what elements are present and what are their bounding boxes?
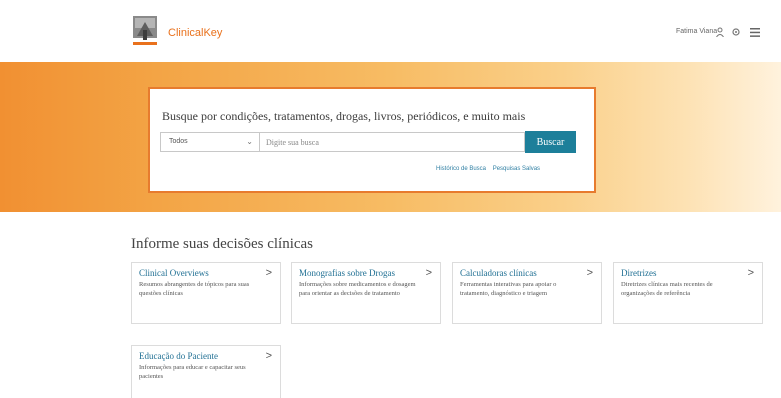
top-bar: ClinicalKey Fatima Viana <box>0 0 781 62</box>
card-clinical-overviews[interactable]: Clinical Overviews Resumos abrangentes d… <box>131 262 281 324</box>
elsevier-logo-icon[interactable] <box>131 14 159 48</box>
card-title: Diretrizes <box>621 268 657 278</box>
card-title: Clinical Overviews <box>139 268 209 278</box>
card-clinical-calculators[interactable]: Calculadoras clínicas Ferramentas intera… <box>452 262 602 324</box>
section-title: Informe suas decisões clínicas <box>131 236 314 252</box>
search-panel: Busque por condições, tratamentos, droga… <box>148 87 596 193</box>
search-scope-value: Todos <box>169 138 188 145</box>
search-links: Histórico de Busca Pesquisas Salvas <box>436 166 545 172</box>
saved-searches-link[interactable]: Pesquisas Salvas <box>493 166 540 172</box>
card-description: Informações para educar e capacitar seus… <box>139 364 246 380</box>
chevron-right-icon: > <box>265 350 272 362</box>
card-description: Resumos abrangentes de tópicos para suas… <box>139 281 250 297</box>
search-button[interactable]: Buscar <box>525 131 576 153</box>
card-patient-education[interactable]: Educação do Paciente Informações para ed… <box>131 345 281 398</box>
menu-icon[interactable] <box>750 28 760 37</box>
user-icon[interactable] <box>716 27 724 37</box>
chevron-right-icon: > <box>586 267 593 279</box>
card-description: Diretrizes clínicas mais recentes de org… <box>621 281 713 297</box>
chevron-right-icon: > <box>425 267 432 279</box>
card-description: Ferramentas interativas para apoiar o tr… <box>460 281 557 297</box>
chevron-down-icon: ⌄ <box>246 137 253 146</box>
search-input[interactable] <box>260 132 525 152</box>
brand-name[interactable]: ClinicalKey <box>168 27 222 39</box>
search-scope-select[interactable]: Todos ⌄ <box>160 132 260 152</box>
card-description: Informações sobre medicamentos e dosagem… <box>299 281 416 297</box>
card-drug-monographs[interactable]: Monografias sobre Drogas Informações sob… <box>291 262 441 324</box>
user-name[interactable]: Fatima Viana <box>676 28 717 35</box>
card-guidelines[interactable]: Diretrizes Diretrizes clínicas mais rece… <box>613 262 763 324</box>
search-title: Busque por condições, tratamentos, droga… <box>162 109 526 123</box>
card-title: Monografias sobre Drogas <box>299 268 395 278</box>
card-title: Calculadoras clínicas <box>460 268 537 278</box>
card-title: Educação do Paciente <box>139 351 218 361</box>
search-history-link[interactable]: Histórico de Busca <box>436 166 486 172</box>
settings-icon[interactable] <box>731 27 741 37</box>
chevron-right-icon: > <box>265 267 272 279</box>
chevron-right-icon: > <box>747 267 754 279</box>
